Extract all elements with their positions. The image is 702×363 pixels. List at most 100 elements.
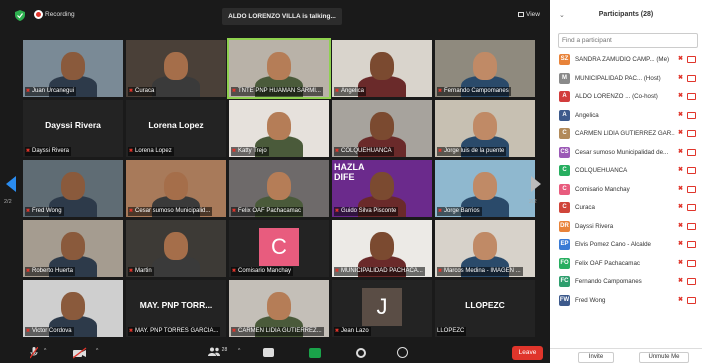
- participant-name-text: MAY. PNP TORRES GARCIA...: [135, 328, 219, 334]
- participant-name: SANDRA ZAMUDIO CAMP... (Me): [575, 56, 670, 63]
- view-label: View: [526, 11, 540, 18]
- participant-list-item[interactable]: A ALDO LORENZO ... (Co-host) ✖: [550, 88, 702, 107]
- muted-microphone-icon: ✖: [678, 74, 684, 81]
- muted-microphone-icon: ✖: [678, 56, 684, 62]
- stopped-video-icon: [687, 204, 696, 211]
- page-indicator-left: 2/2: [4, 199, 12, 205]
- muted-microphone-icon: ✖: [334, 88, 340, 94]
- participant-video-tile[interactable]: ✖ CARMEN LIDIA GUTIERREZ...: [229, 280, 329, 337]
- reactions-icon[interactable]: [397, 347, 408, 358]
- participant-video-tile[interactable]: J ✖ Jean Lazo: [332, 280, 432, 337]
- participant-video-tile[interactable]: ✖ Cesar sumoso Municipalid...: [126, 160, 226, 217]
- participant-name-label: ✖ COLQUEHUANCA: [334, 147, 394, 156]
- muted-microphone-icon: ✖: [231, 148, 237, 154]
- shield-icon[interactable]: [15, 10, 25, 21]
- participant-video-tile[interactable]: ✖ Roberto Huerta: [23, 220, 123, 277]
- participant-name-label: ✖ Angelica: [334, 87, 367, 96]
- audio-options-caret-icon[interactable]: ^: [44, 348, 46, 354]
- participant-video-tile[interactable]: ✖ Martin: [126, 220, 226, 277]
- participant-video-tile[interactable]: ✖ COLQUEHUANCA: [332, 100, 432, 157]
- muted-microphone-icon: ✖: [437, 268, 443, 274]
- participant-video-tile[interactable]: ✖ Fernando Campomanes: [435, 40, 535, 97]
- next-page-arrow-icon[interactable]: [531, 176, 541, 192]
- record-icon[interactable]: [356, 348, 366, 358]
- muted-microphone-icon: ✖: [678, 259, 684, 266]
- participant-list-item[interactable]: M MUNICIPALIDAD PAC... (Host) ✖: [550, 70, 702, 89]
- muted-microphone-icon: ✖: [25, 208, 31, 214]
- participant-video-tile[interactable]: Lorena Lopez ✖ Lorena Lopez: [126, 100, 226, 157]
- participant-list-item[interactable]: FC Fernando Campomanes ✖: [550, 273, 702, 292]
- participant-avatar: C: [559, 183, 570, 195]
- participant-name: CARMEN LIDIA GUTIERREZ GAR...: [575, 130, 675, 137]
- participant-video-tile[interactable]: ✖ Jorge luis de la puente: [435, 100, 535, 157]
- participant-name-label: ✖ Marcos Medina - IMAGEN ...: [437, 267, 523, 276]
- previous-page-arrow-icon[interactable]: [6, 176, 16, 192]
- muted-microphone-icon: ✖: [334, 328, 340, 334]
- participant-name-text: Comisario Manchay: [238, 268, 292, 274]
- participant-video-tile[interactable]: ✖ Angelica: [332, 40, 432, 97]
- participant-video-tile[interactable]: ✖ Fred Wong: [23, 160, 123, 217]
- muted-microphone-icon: ✖: [678, 204, 684, 210]
- participant-list-item[interactable]: DR Dayssi Rivera ✖: [550, 218, 702, 237]
- background-banner-text: HAZLA DIFE: [334, 162, 365, 182]
- participant-list-item[interactable]: C Comisario Manchay ✖: [550, 181, 702, 200]
- participant-name-label: ✖ Martin: [128, 267, 154, 276]
- participant-name-label: ✖ MAY. PNP TORRES GARCIA...: [128, 327, 221, 336]
- participant-list-item[interactable]: C COLQUEHUANCA ✖: [550, 162, 702, 181]
- participant-video-tile[interactable]: ✖ Juan Urcanegui: [23, 40, 123, 97]
- panel-header: ⌄ Participants (28): [550, 0, 702, 30]
- panel-footer: Invite Unmute Me: [550, 348, 702, 363]
- participant-list-item[interactable]: SZ SANDRA ZAMUDIO CAMP... (Me) ✖: [550, 51, 702, 70]
- participant-video-tile[interactable]: HAZLA DIFE ✖ Guido Silva Pisconte: [332, 160, 432, 217]
- participant-video-face: [370, 172, 394, 200]
- recording-label: Recording: [45, 11, 75, 18]
- muted-microphone-icon: ✖: [678, 278, 684, 284]
- participant-display-name: LLOPEZC: [465, 300, 505, 310]
- participant-list-item[interactable]: C CARMEN LIDIA GUTIERREZ GAR... ✖: [550, 125, 702, 144]
- leave-button[interactable]: Leave: [512, 346, 543, 360]
- participant-name-label: ✖ Felix OAF Pachacamac: [231, 207, 304, 216]
- participant-video-tile[interactable]: MAY. PNP TORR... ✖ MAY. PNP TORRES GARCIA.…: [126, 280, 226, 337]
- muted-microphone-icon: ✖: [678, 167, 684, 173]
- participant-video-tile[interactable]: ✖ Curaca: [126, 40, 226, 97]
- muted-microphone-icon[interactable]: [30, 347, 38, 359]
- participant-video-tile[interactable]: Dayssi Rivera ✖ Dayssi Rivera: [23, 100, 123, 157]
- chat-icon[interactable]: [263, 348, 274, 357]
- participant-avatar: M: [559, 72, 570, 84]
- participant-video-tile[interactable]: ✖ MUNICIPALIDAD PACHACA...: [332, 220, 432, 277]
- participant-name-text: COLQUEHUANCA: [341, 148, 392, 154]
- participant-list-item[interactable]: FW Fred Wong ✖: [550, 292, 702, 311]
- unmute-me-button[interactable]: Unmute Me: [639, 352, 689, 363]
- participant-name-text: MUNICIPALIDAD PACHACA...: [341, 268, 423, 274]
- stopped-video-icon: [687, 241, 696, 248]
- participant-list-item[interactable]: EP Elvis Pomez Cano - Alcalde ✖: [550, 236, 702, 255]
- participant-video-tile[interactable]: ✖ TNTE PNP HUAMAN SARMI...: [227, 38, 331, 99]
- participant-list-item[interactable]: FO Felix OAF Pachacamac ✖: [550, 255, 702, 274]
- participant-list-item[interactable]: C Curaca ✖: [550, 199, 702, 218]
- stopped-video-icon: [687, 259, 696, 267]
- participant-search-input[interactable]: [558, 33, 698, 48]
- invite-button[interactable]: Invite: [578, 352, 614, 363]
- participants-options-caret-icon[interactable]: ^: [238, 348, 240, 354]
- video-options-caret-icon[interactable]: ^: [96, 348, 98, 354]
- participant-list-item[interactable]: CS Cesar sumoso Municipalidad de... ✖: [550, 144, 702, 163]
- participant-video-tile[interactable]: ✖ Felix OAF Pachacamac: [229, 160, 329, 217]
- participant-video-tile[interactable]: ✖ Jorge Barrios: [435, 160, 535, 217]
- muted-microphone-icon: ✖: [678, 130, 684, 136]
- participant-name-label: ✖ Victor Cordova: [25, 327, 74, 336]
- participant-name-label: ✖ Fred Wong: [25, 207, 64, 216]
- participant-video-tile[interactable]: ✖ Marcos Medina - IMAGEN ...: [435, 220, 535, 277]
- stopped-video-icon[interactable]: [73, 347, 87, 359]
- participant-name-label: ✖ Fernando Campomanes: [437, 87, 511, 96]
- participant-name-label: ✖ Juan Urcanegui: [25, 87, 77, 96]
- participants-button[interactable]: 28: [208, 347, 227, 359]
- participant-video-tile[interactable]: C ✖ Comisario Manchay: [229, 220, 329, 277]
- participant-list-item[interactable]: A Angelica ✖: [550, 107, 702, 126]
- participant-video-tile[interactable]: ✖ Katty Trejo: [229, 100, 329, 157]
- share-screen-icon[interactable]: [309, 348, 321, 358]
- participant-video-tile[interactable]: LLOPEZC LLOPEZC: [435, 280, 535, 337]
- view-button[interactable]: View: [518, 11, 540, 18]
- muted-microphone-icon: ✖: [334, 148, 340, 154]
- stopped-video-icon: [687, 111, 696, 119]
- participant-video-tile[interactable]: ✖ Victor Cordova: [23, 280, 123, 337]
